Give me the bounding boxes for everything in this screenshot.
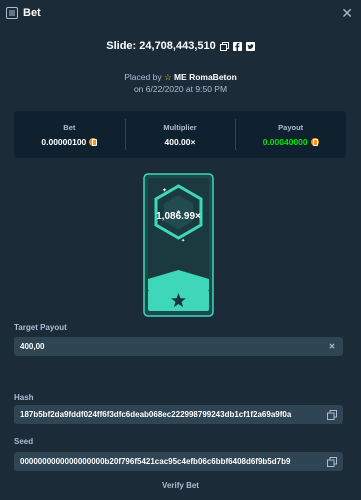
- payout-value: 0.00040000: [262, 136, 308, 147]
- copy-icon[interactable]: [219, 41, 229, 51]
- close-icon[interactable]: ✕: [341, 5, 353, 22]
- bet-value-row: 0.00000100: [41, 136, 98, 147]
- seed-field[interactable]: 0000000000000000000b20f796f5421cac95c4ef…: [14, 452, 343, 471]
- modal-header: Bet ✕: [0, 0, 361, 26]
- payout-stat: Payout 0.00040000: [235, 111, 346, 158]
- bet-stat: Bet 0.00000100: [14, 111, 125, 158]
- target-payout-value[interactable]: 400,00: [20, 342, 327, 351]
- slide-id-row: Slide: 24,708,443,510: [0, 40, 361, 52]
- vip-star-icon: ☆: [163, 72, 172, 82]
- hash-value[interactable]: 187b5bf2da9fddf024ff6f3dfc6deab068ec2229…: [20, 410, 327, 419]
- multiplier-value: 400.00×: [164, 136, 196, 147]
- payout-value-row: 0.00040000: [263, 137, 319, 147]
- payout-label: Payout: [278, 122, 304, 132]
- hash-label: Hash: [14, 393, 34, 402]
- result-card-graphic: ✦ ✦ ✦ 1,086.99×: [143, 173, 214, 317]
- multiply-icon: ✕: [328, 342, 336, 351]
- svg-text:✦: ✦: [181, 238, 185, 244]
- facebook-icon[interactable]: [232, 41, 242, 51]
- hash-field[interactable]: 187b5bf2da9fddf024ff6f3dfc6deab068ec2229…: [14, 405, 343, 424]
- bet-value: 0.00000100: [41, 136, 87, 147]
- copy-icon[interactable]: [327, 456, 337, 467]
- target-payout-field[interactable]: 400,00 ✕: [14, 337, 343, 356]
- bitcoin-icon: [310, 137, 319, 146]
- placed-info: Placed by ☆ ME RomaBeton on 6/22/2020 at…: [0, 71, 361, 95]
- username-link[interactable]: ME RomaBeton: [174, 72, 237, 82]
- modal-title: Bet: [23, 7, 41, 19]
- placed-date: on 6/22/2020 at 9:50 PM: [133, 84, 228, 94]
- bet-list-icon: [6, 7, 18, 19]
- bet-stats-panel: Bet 0.00000100 Multiplier 400.00× Payout…: [14, 111, 346, 158]
- verify-bet-link[interactable]: Verify Bet: [0, 481, 361, 490]
- bitcoin-icon: [89, 137, 98, 146]
- slide-id: Slide: 24,708,443,510: [106, 40, 216, 52]
- multiplier-label: Multiplier: [163, 122, 197, 132]
- copy-icon[interactable]: [327, 409, 337, 420]
- slide-result-card: ✦ ✦ ✦ 1,086.99×: [143, 173, 214, 317]
- placed-by-label: Placed by: [124, 72, 162, 82]
- multiplier-stat: Multiplier 400.00×: [124, 111, 236, 158]
- card-multiplier: 1,086.99×: [156, 211, 201, 222]
- svg-text:✦: ✦: [162, 187, 167, 194]
- target-payout-label: Target Payout: [14, 323, 67, 332]
- bet-label: Bet: [63, 122, 76, 132]
- seed-label: Seed: [14, 437, 34, 446]
- twitter-icon[interactable]: [245, 41, 255, 51]
- seed-value[interactable]: 0000000000000000000b20f796f5421cac95c4ef…: [20, 457, 327, 466]
